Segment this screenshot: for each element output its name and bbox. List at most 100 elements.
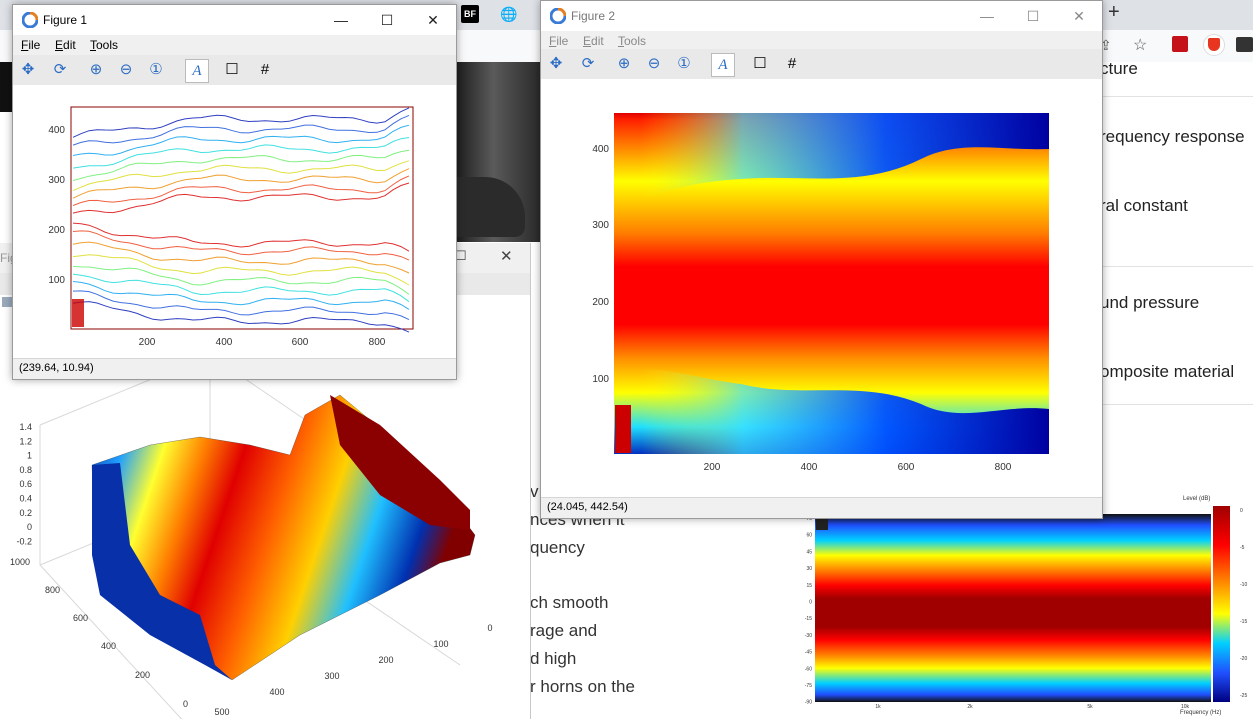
text-icon[interactable]: A: [711, 53, 735, 77]
toolbar: ✥ ⟳ ⊕ ⊖ ① A ☐ #: [13, 55, 456, 85]
menu-strip: [0, 62, 12, 112]
plot-canvas[interactable]: 200 400 600 800 400 300 200 100: [541, 79, 1102, 498]
zoom-out-icon[interactable]: ⊖: [643, 53, 665, 75]
x-tick-labels: 1k 2k 5k 10k: [875, 704, 1189, 710]
y-tick-label: 400: [48, 125, 65, 136]
globe-tab-icon[interactable]: 🌐: [500, 5, 518, 23]
maximize-button[interactable]: ☐: [1010, 1, 1056, 31]
text-icon[interactable]: A: [185, 59, 209, 83]
y-tick-label: 800: [45, 585, 60, 595]
z-tick-label: 0.2: [19, 508, 32, 518]
y-tick-labels: 400 300 200 100: [48, 125, 65, 286]
z-tick-label: 1.2: [19, 436, 32, 446]
paragraph-line: ch smooth: [530, 593, 609, 612]
zoom-reset-icon[interactable]: ①: [145, 59, 167, 81]
x-tick-label: 800: [995, 462, 1012, 473]
close-button[interactable]: ✕: [1056, 1, 1102, 31]
cursor-coordinates: (24.045, 442.54): [547, 501, 628, 513]
x-tick-label: 100: [433, 639, 448, 649]
zoom-in-icon[interactable]: ⊕: [613, 53, 635, 75]
reference-sonogram-image: Level (dB) 75 60 45 30 15 0 -15 -30 -45 -60 -75 -90…: [800, 490, 1253, 719]
close-button[interactable]: ✕: [500, 247, 513, 265]
x-tick-label: 500: [214, 707, 229, 717]
article-item[interactable]: cture: [1100, 59, 1253, 79]
new-tab-button[interactable]: +: [1108, 1, 1120, 24]
figure-2-titlebar: Figure 2 — ☐ ✕: [541, 1, 1102, 31]
y-tick-label: 15: [806, 583, 812, 589]
y-tick-label: -45: [805, 650, 812, 656]
colorbar-labels: 0 -5 -10 -15 -20 -25: [1240, 508, 1247, 699]
window-title: Figure 1: [43, 13, 88, 27]
zoom-in-icon[interactable]: ⊕: [85, 59, 107, 81]
pan-icon[interactable]: ✥: [545, 53, 567, 75]
x-tick-label: 600: [898, 462, 915, 473]
colorbar-label: -10: [1240, 582, 1247, 588]
minimize-button[interactable]: —: [318, 5, 364, 35]
divider: [1100, 96, 1253, 97]
paragraph-line: rage and: [530, 621, 598, 640]
y-tick-label: 600: [73, 613, 88, 623]
y-tick-label: 60: [806, 533, 812, 539]
colorbar-label: -15: [1240, 619, 1247, 625]
brave-icon[interactable]: [1203, 34, 1225, 56]
x-tick-label: 5k: [1087, 704, 1093, 710]
grid-icon[interactable]: #: [254, 59, 276, 81]
bf-tab-icon[interactable]: BF: [461, 5, 479, 23]
zoom-out-icon[interactable]: ⊖: [115, 59, 137, 81]
surface-mesh: [91, 394, 476, 681]
status-bar: (239.64, 10.94): [13, 358, 456, 379]
rotate-icon[interactable]: ⟳: [577, 53, 599, 75]
paragraph-line: r horns on the: [530, 677, 635, 696]
x-axis-label: Frequency (Hz): [1180, 710, 1221, 716]
reference-sonogram-svg: Level (dB) 75604530150-15-30-45-60-75-90…: [805, 496, 1248, 716]
x-tick-label: 400: [269, 687, 284, 697]
y-tick-label: 45: [806, 549, 812, 555]
chat-icon[interactable]: [1236, 37, 1253, 52]
y-tick-label: -15: [805, 616, 812, 622]
zoom-reset-icon[interactable]: ①: [673, 53, 695, 75]
pdf-icon[interactable]: [1172, 36, 1188, 52]
y-tick-label: 400: [101, 641, 116, 651]
maximize-button[interactable]: ☐: [364, 5, 410, 35]
x-tick-label: 800: [369, 337, 386, 348]
minimize-button[interactable]: —: [964, 1, 1010, 31]
menu-edit[interactable]: Edit: [583, 34, 604, 48]
paragraph-line: quency: [530, 538, 585, 557]
box-icon[interactable]: ☐: [749, 53, 771, 75]
x-tick-label: 600: [292, 337, 309, 348]
x-tick-label: 400: [801, 462, 818, 473]
z-tick-labels: 1.4 1.2 1 0.8 0.6 0.4 0.2 0 -0.2: [16, 422, 32, 546]
y-tick-label: 30: [806, 566, 812, 572]
y-tick-label: 200: [48, 225, 65, 236]
x-tick-label: 400: [216, 337, 233, 348]
article-item[interactable]: und pressure: [1100, 293, 1253, 313]
box-icon[interactable]: ☐: [221, 59, 243, 81]
corner-marker: [72, 299, 84, 327]
menu-tools[interactable]: Tools: [618, 34, 646, 48]
x-tick-label: 300: [324, 671, 339, 681]
plot-canvas[interactable]: 200 400 600 800 400 300 200 100: [13, 85, 456, 359]
menu-file[interactable]: File: [549, 34, 568, 48]
menu-edit[interactable]: Edit: [55, 38, 76, 52]
close-button[interactable]: ✕: [410, 5, 456, 35]
article-item[interactable]: ral constant: [1100, 196, 1253, 216]
menu-file[interactable]: File: [21, 38, 40, 52]
pan-icon[interactable]: ✥: [17, 59, 39, 81]
colorbar-label: -25: [1240, 693, 1247, 699]
sonogram-field: [815, 514, 1211, 702]
x-tick-label: 200: [704, 462, 721, 473]
star-icon[interactable]: ☆: [1133, 35, 1147, 55]
rotate-icon[interactable]: ⟳: [49, 59, 71, 81]
y-tick-labels: 400 300 200 100: [592, 144, 609, 385]
colorbar-label: 0: [1240, 508, 1243, 514]
horn-photo: [455, 62, 540, 242]
article-item[interactable]: omposite material: [1100, 362, 1253, 382]
corner-marker: [615, 405, 631, 453]
article-item[interactable]: requency response: [1100, 127, 1253, 147]
figure-1-window: Figure 1 — ☐ ✕ File Edit Tools ✥ ⟳ ⊕ ⊖ ①…: [12, 4, 457, 380]
grid-icon[interactable]: #: [781, 53, 803, 75]
x-tick-label: 0: [487, 623, 492, 633]
menu-tools[interactable]: Tools: [90, 38, 118, 52]
legend-title: Level (dB): [1183, 496, 1210, 502]
toolbar: ✥ ⟳ ⊕ ⊖ ① A ☐ #: [541, 49, 1102, 79]
